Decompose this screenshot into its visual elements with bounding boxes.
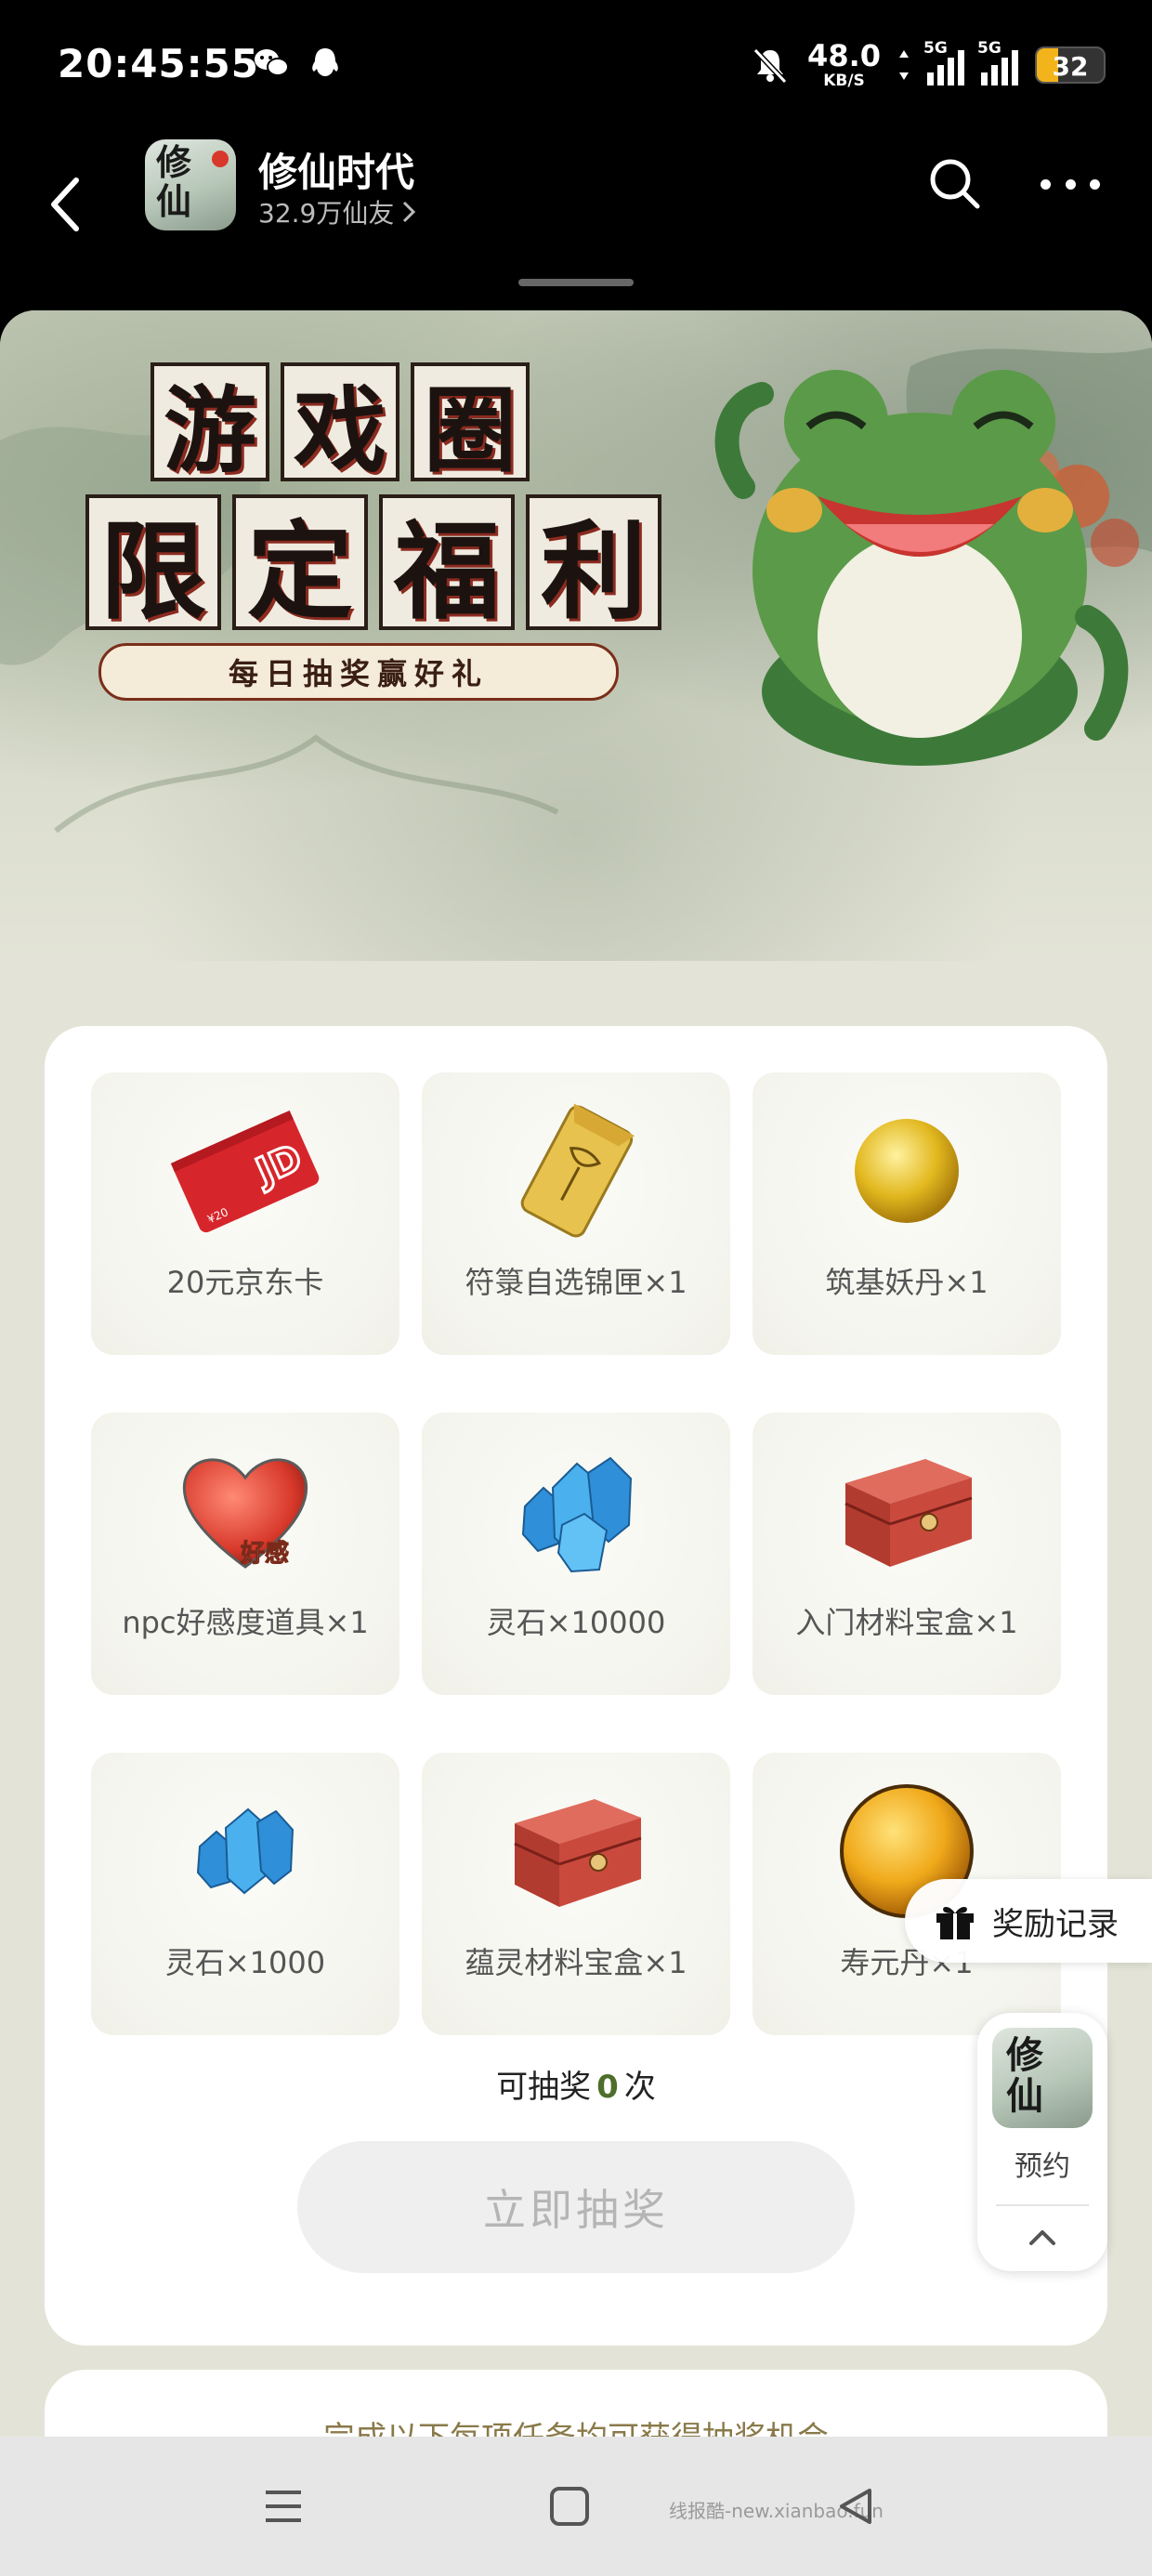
search-icon bbox=[930, 159, 980, 209]
banner-title-line2: 限 定 福 利 bbox=[85, 494, 661, 634]
prize-item[interactable]: 筑基妖丹×1 bbox=[753, 1072, 1061, 1355]
reward-record-label: 奖励记录 bbox=[992, 1905, 1119, 1943]
system-nav-bar: 线报酷-new.xianbao.fun bbox=[0, 2437, 1152, 2576]
prize-label: 符箓自选锦匣×1 bbox=[465, 1265, 687, 1300]
prize-item[interactable]: 蕴灵材料宝盒×1 bbox=[422, 1753, 730, 2035]
data-arrows-icon bbox=[899, 50, 909, 80]
battery-level: 32 bbox=[1052, 51, 1089, 82]
task-card: 完成以下每项任务均可获得抽奖机会 bbox=[45, 2370, 1107, 2438]
net-speed-unit: KB/S bbox=[823, 72, 865, 90]
bell-muted-icon bbox=[753, 47, 788, 85]
chevron-right-icon bbox=[403, 201, 416, 223]
signal-2-icon: 5G bbox=[977, 39, 1018, 85]
svg-text:好感: 好感 bbox=[240, 1540, 289, 1568]
home-square-icon bbox=[550, 2487, 589, 2526]
dot-icon bbox=[1065, 178, 1076, 190]
prize-label: npc好感度道具×1 bbox=[122, 1605, 369, 1640]
prize-item[interactable]: 符箓自选锦匣×1 bbox=[422, 1072, 730, 1355]
prize-label: 入门材料宝盒×1 bbox=[795, 1605, 1018, 1640]
notification-icons bbox=[253, 46, 344, 80]
draw-now-button[interactable]: 立即抽奖 bbox=[297, 2141, 855, 2273]
status-bar: 20:45:55 48.0 KB/S 5G 5G 32 bbox=[0, 0, 1152, 139]
network-speed: 48.0 KB/S bbox=[807, 41, 881, 89]
banner-title: 游 戏 圈 限 定 福 利 每日抽奖赢好礼 bbox=[85, 362, 661, 701]
banner: 游 戏 圈 限 定 福 利 每日抽奖赢好礼 bbox=[0, 310, 1152, 961]
battery-icon: 32 bbox=[1035, 46, 1106, 84]
app-icon[interactable]: 修仙 bbox=[145, 139, 236, 230]
menu-icon bbox=[266, 2491, 301, 2522]
prize-item[interactable]: 入门材料宝盒×1 bbox=[753, 1413, 1061, 1695]
qq-icon bbox=[312, 48, 338, 76]
draw-count-value: 0 bbox=[596, 2069, 619, 2106]
back-button[interactable] bbox=[37, 160, 93, 249]
chevron-left-icon bbox=[51, 177, 79, 231]
more-button[interactable] bbox=[1041, 154, 1100, 214]
red-box-icon bbox=[844, 1459, 973, 1567]
status-indicators: 48.0 KB/S 5G 5G 32 bbox=[750, 39, 1106, 89]
back-triangle-icon bbox=[840, 2489, 871, 2524]
signal-1-icon: 5G bbox=[923, 39, 964, 85]
red-box-icon bbox=[514, 1799, 642, 1907]
back-nav-button[interactable] bbox=[823, 2474, 888, 2539]
divider bbox=[996, 2204, 1089, 2206]
prize-item[interactable]: JD ¥20 20元京东卡 bbox=[91, 1072, 399, 1355]
app-title[interactable]: 修仙时代 bbox=[258, 141, 414, 198]
dot-icon bbox=[1090, 178, 1100, 190]
wechat-icon bbox=[255, 49, 289, 76]
prize-label: 20元京东卡 bbox=[166, 1265, 324, 1300]
chevron-up-icon[interactable] bbox=[1016, 2212, 1068, 2264]
reserve-widget: 修仙 预约 bbox=[977, 2013, 1107, 2271]
status-time: 20:45:55 bbox=[58, 41, 259, 86]
gold-pill-icon bbox=[855, 1119, 959, 1223]
prize-label: 蕴灵材料宝盒×1 bbox=[465, 1945, 687, 1980]
sheet-drag-handle[interactable] bbox=[518, 279, 634, 286]
prize-card: JD ¥20 20元京东卡 符箓自选锦匣×1 筑基妖丹×1 好感 npc好感度道… bbox=[45, 1026, 1107, 2346]
followers-count: 32.9万仙友 bbox=[258, 198, 395, 229]
search-button[interactable] bbox=[925, 154, 985, 214]
dot-icon bbox=[1041, 178, 1051, 190]
heart-icon: 好感 bbox=[182, 1458, 308, 1569]
banner-subtitle: 每日抽奖赢好礼 bbox=[98, 643, 619, 701]
home-button[interactable] bbox=[537, 2474, 602, 2539]
frog-mascot-icon bbox=[714, 370, 1129, 766]
prize-grid: JD ¥20 20元京东卡 符箓自选锦匣×1 筑基妖丹×1 好感 npc好感度道… bbox=[91, 1072, 1061, 2035]
net-speed-value: 48.0 bbox=[807, 38, 881, 73]
reserve-label[interactable]: 预约 bbox=[977, 2143, 1107, 2184]
seal-icon bbox=[212, 151, 229, 167]
task-hint: 完成以下每项任务均可获得抽奖机会 bbox=[323, 2420, 829, 2438]
menu-button[interactable] bbox=[251, 2474, 316, 2539]
prize-label: 筑基妖丹×1 bbox=[825, 1265, 988, 1300]
prize-label: 灵石×10000 bbox=[486, 1605, 666, 1640]
jd-card-icon: JD ¥20 bbox=[171, 1110, 320, 1233]
prize-item[interactable]: 灵石×1000 bbox=[91, 1753, 399, 2035]
reserve-app-icon[interactable]: 修仙 bbox=[992, 2028, 1093, 2128]
banner-title-line1: 游 戏 圈 bbox=[151, 362, 661, 485]
crystal-large-icon bbox=[521, 1456, 633, 1573]
prize-label: 灵石×1000 bbox=[164, 1945, 326, 1980]
app-header: 修仙 修仙时代 32.9万仙友 bbox=[0, 139, 1152, 307]
followers-link[interactable]: 32.9万仙友 bbox=[258, 193, 416, 230]
talisman-pouch-icon bbox=[520, 1103, 635, 1238]
prize-item[interactable]: 灵石×10000 bbox=[422, 1413, 730, 1695]
gift-icon bbox=[936, 1907, 974, 1939]
reward-record-button[interactable]: 奖励记录 bbox=[905, 1879, 1152, 1963]
prize-item[interactable]: 好感 npc好感度道具×1 bbox=[91, 1413, 399, 1695]
crystal-small-icon bbox=[196, 1807, 295, 1895]
draw-count: 可抽奖 0 次 bbox=[496, 2069, 656, 2106]
